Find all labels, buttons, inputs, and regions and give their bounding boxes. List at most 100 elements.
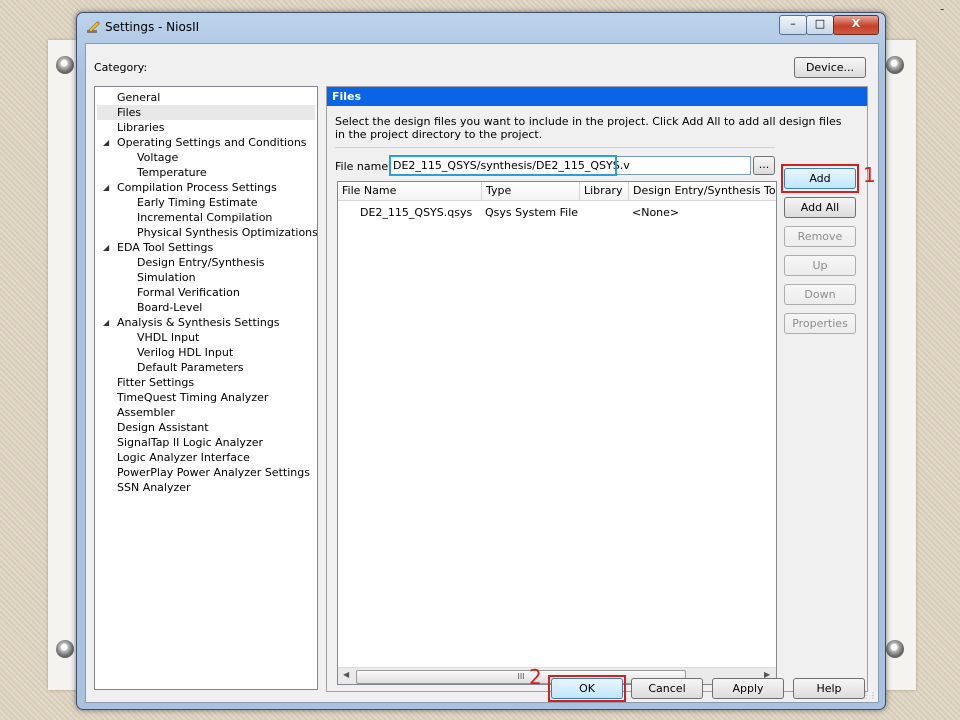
binder-ring [56, 640, 74, 658]
settings-dialog: Settings - NiosII – □ X Category: Device… [76, 12, 886, 710]
up-button[interactable]: Up [784, 255, 856, 276]
tree-item-label: VHDL Input [137, 331, 200, 344]
tree-item-label: Simulation [137, 271, 196, 284]
tree-item[interactable]: Verilog HDL Input [137, 345, 233, 360]
tree-item-label: EDA Tool Settings [117, 241, 214, 254]
tree-item-label: Default Parameters [137, 361, 244, 374]
tree-item[interactable]: Libraries [117, 120, 165, 135]
tree-item[interactable]: Formal Verification [137, 285, 240, 300]
scroll-left-arrow-icon[interactable]: ◀ [343, 670, 349, 679]
tree-item[interactable]: PowerPlay Power Analyzer Settings [117, 465, 310, 480]
slide-mark: - [940, 2, 945, 16]
cell-type: Qsys System File [485, 206, 579, 219]
tree-item-label: Operating Settings and Conditions [117, 136, 307, 149]
tree-item[interactable]: General [117, 90, 160, 105]
tree-item-label: TimeQuest Timing Analyzer [117, 391, 269, 404]
tree-item[interactable]: Design Assistant [117, 420, 209, 435]
annotation-marker-2: 2 [529, 665, 542, 689]
tree-item-label: Assembler [117, 406, 175, 419]
remove-button[interactable]: Remove [784, 226, 856, 247]
tree-item-label: Early Timing Estimate [137, 196, 258, 209]
expand-triangle-icon[interactable]: ◢ [103, 135, 109, 150]
tree-item[interactable]: Fitter Settings [117, 375, 194, 390]
title-bar: Settings - NiosII – □ X [77, 13, 885, 43]
category-tree[interactable]: General Files Libraries ◢ Operating Settings… [94, 86, 318, 690]
settings-pencil-icon [87, 21, 100, 33]
cancel-button[interactable]: Cancel [631, 678, 703, 699]
panel-description: Select the design files you want to incl… [335, 115, 842, 141]
close-button[interactable]: X [833, 15, 879, 35]
apply-button[interactable]: Apply [712, 678, 784, 699]
binder-ring [886, 640, 904, 658]
files-table[interactable]: File Name Type Library Design Entry/Synt… [337, 181, 777, 685]
cell-tool: <None> [632, 206, 680, 219]
tree-item-label: General [117, 91, 161, 104]
tree-item[interactable]: ◢ Operating Settings and Conditions [103, 135, 307, 150]
tree-item-label: Design Entry/Synthesis [137, 256, 265, 269]
tree-item-label: Formal Verification [137, 286, 240, 299]
tree-item[interactable]: Design Entry/Synthesis [137, 255, 264, 270]
tree-item[interactable]: TimeQuest Timing Analyzer [117, 390, 268, 405]
dialog-client-area: Category: Device... General Files Librarie… [85, 43, 879, 703]
binder-ring [56, 56, 74, 74]
tree-item[interactable]: Early Timing Estimate [137, 195, 258, 210]
expand-triangle-icon[interactable]: ◢ [103, 240, 109, 255]
cell-file-name: DE2_115_QSYS.qsys [360, 206, 473, 219]
device-button[interactable]: Device... [794, 57, 866, 78]
tree-item-label: Logic Analyzer Interface [117, 451, 250, 464]
file-name-highlight [389, 155, 617, 176]
tree-item-label: Board-Level [137, 301, 203, 314]
tree-item-label: Analysis & Synthesis Settings [117, 316, 280, 329]
minimize-button[interactable]: – [779, 15, 807, 35]
tree-item[interactable]: Incremental Compilation [137, 210, 272, 225]
column-header-design-entry-tool[interactable]: Design Entry/Synthesis Tool [629, 182, 776, 201]
expand-triangle-icon[interactable]: ◢ [103, 180, 109, 195]
tree-item-label: Verilog HDL Input [137, 346, 234, 359]
window-title: Settings - NiosII [105, 20, 200, 34]
tree-item-label: Temperature [137, 166, 207, 179]
tree-item-label: Libraries [117, 121, 165, 134]
tree-item[interactable]: SignalTap II Logic Analyzer [117, 435, 263, 450]
tree-item[interactable]: Assembler [117, 405, 175, 420]
tree-item-label: Compilation Process Settings [117, 181, 277, 194]
ok-button-highlight [548, 675, 626, 702]
column-header-library[interactable]: Library [580, 182, 629, 201]
tree-item-label: Incremental Compilation [137, 211, 273, 224]
help-button[interactable]: Help [793, 678, 865, 699]
column-header-type[interactable]: Type [482, 182, 580, 201]
divider [335, 147, 775, 148]
tree-item[interactable]: Temperature [137, 165, 207, 180]
tree-item[interactable]: SSN Analyzer [117, 480, 191, 495]
tree-item-label: SignalTap II Logic Analyzer [117, 436, 264, 449]
tree-item[interactable]: Logic Analyzer Interface [117, 450, 250, 465]
tree-item[interactable]: Simulation [137, 270, 196, 285]
tree-item[interactable]: Files [97, 105, 315, 120]
tree-item-label: Fitter Settings [117, 376, 195, 389]
add-all-button[interactable]: Add All [784, 197, 856, 218]
tree-item-label: Design Assistant [117, 421, 209, 434]
column-header-file-name[interactable]: File Name [338, 182, 482, 201]
tree-item-label: Physical Synthesis Optimizations [137, 226, 318, 239]
tree-item[interactable]: Voltage [137, 150, 178, 165]
annotation-marker-1: 1 [863, 163, 876, 187]
file-name-label: File name: [335, 160, 392, 173]
down-button[interactable]: Down [784, 284, 856, 305]
tree-item-label: Files [117, 106, 142, 119]
tree-item[interactable]: Board-Level [137, 300, 202, 315]
tree-item-label: PowerPlay Power Analyzer Settings [117, 466, 310, 479]
properties-button[interactable]: Properties [784, 313, 856, 334]
tree-item[interactable]: Default Parameters [137, 360, 244, 375]
tree-item[interactable]: ◢ EDA Tool Settings [103, 240, 214, 255]
maximize-button[interactable]: □ [806, 15, 834, 35]
tree-item[interactable]: VHDL Input [137, 330, 199, 345]
category-label: Category: [94, 61, 148, 74]
resize-grip-icon[interactable]: ⋮⋮ [862, 691, 877, 700]
panel-header: Files [327, 87, 867, 106]
expand-triangle-icon[interactable]: ◢ [103, 315, 109, 330]
tree-item[interactable]: Physical Synthesis Optimizations [137, 225, 318, 240]
tree-item[interactable]: ◢ Analysis & Synthesis Settings [103, 315, 280, 330]
tree-item[interactable]: ◢ Compilation Process Settings [103, 180, 277, 195]
add-button-highlight [781, 164, 859, 193]
binder-ring [886, 56, 904, 74]
browse-button[interactable]: ... [753, 156, 775, 175]
